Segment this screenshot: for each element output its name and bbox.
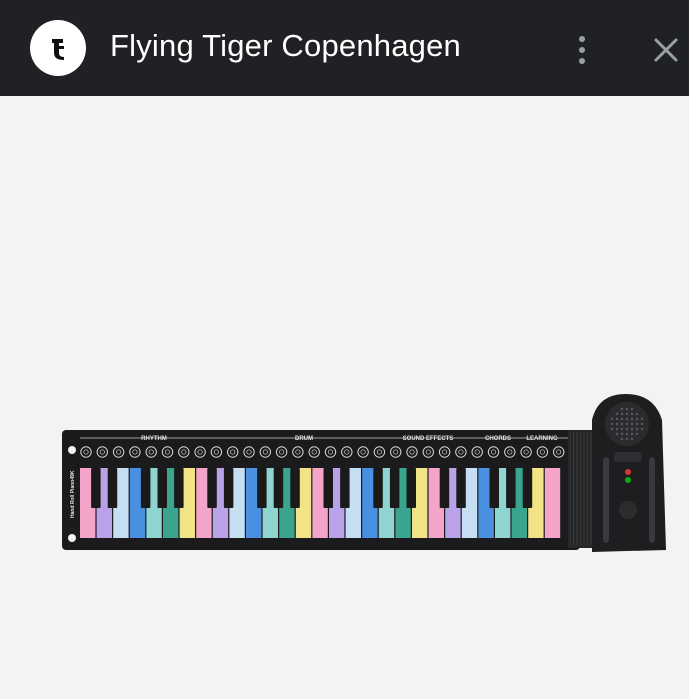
section-label-rhythm: RHYTHM [141, 436, 167, 442]
more-vertical-icon[interactable] [566, 30, 598, 70]
section-label-chords: CHORDS [485, 436, 511, 442]
section-label-learning: LEARNING [526, 436, 558, 442]
section-label-sound-effects: SOUND EFFECTS [403, 436, 454, 442]
piano-side-label: Hand Roll Piano49K [70, 470, 76, 518]
roll-up-piano-image: RHYTHM DRUM SOUND EFFECTS CHORDS LEARNIN… [58, 390, 678, 565]
flying-tiger-logo-icon [30, 20, 86, 76]
section-label-drum: DRUM [295, 436, 313, 442]
app-title: Flying Tiger Copenhagen [110, 28, 461, 63]
app-bar: Flying Tiger Copenhagen [0, 0, 689, 96]
close-icon[interactable] [648, 32, 684, 68]
